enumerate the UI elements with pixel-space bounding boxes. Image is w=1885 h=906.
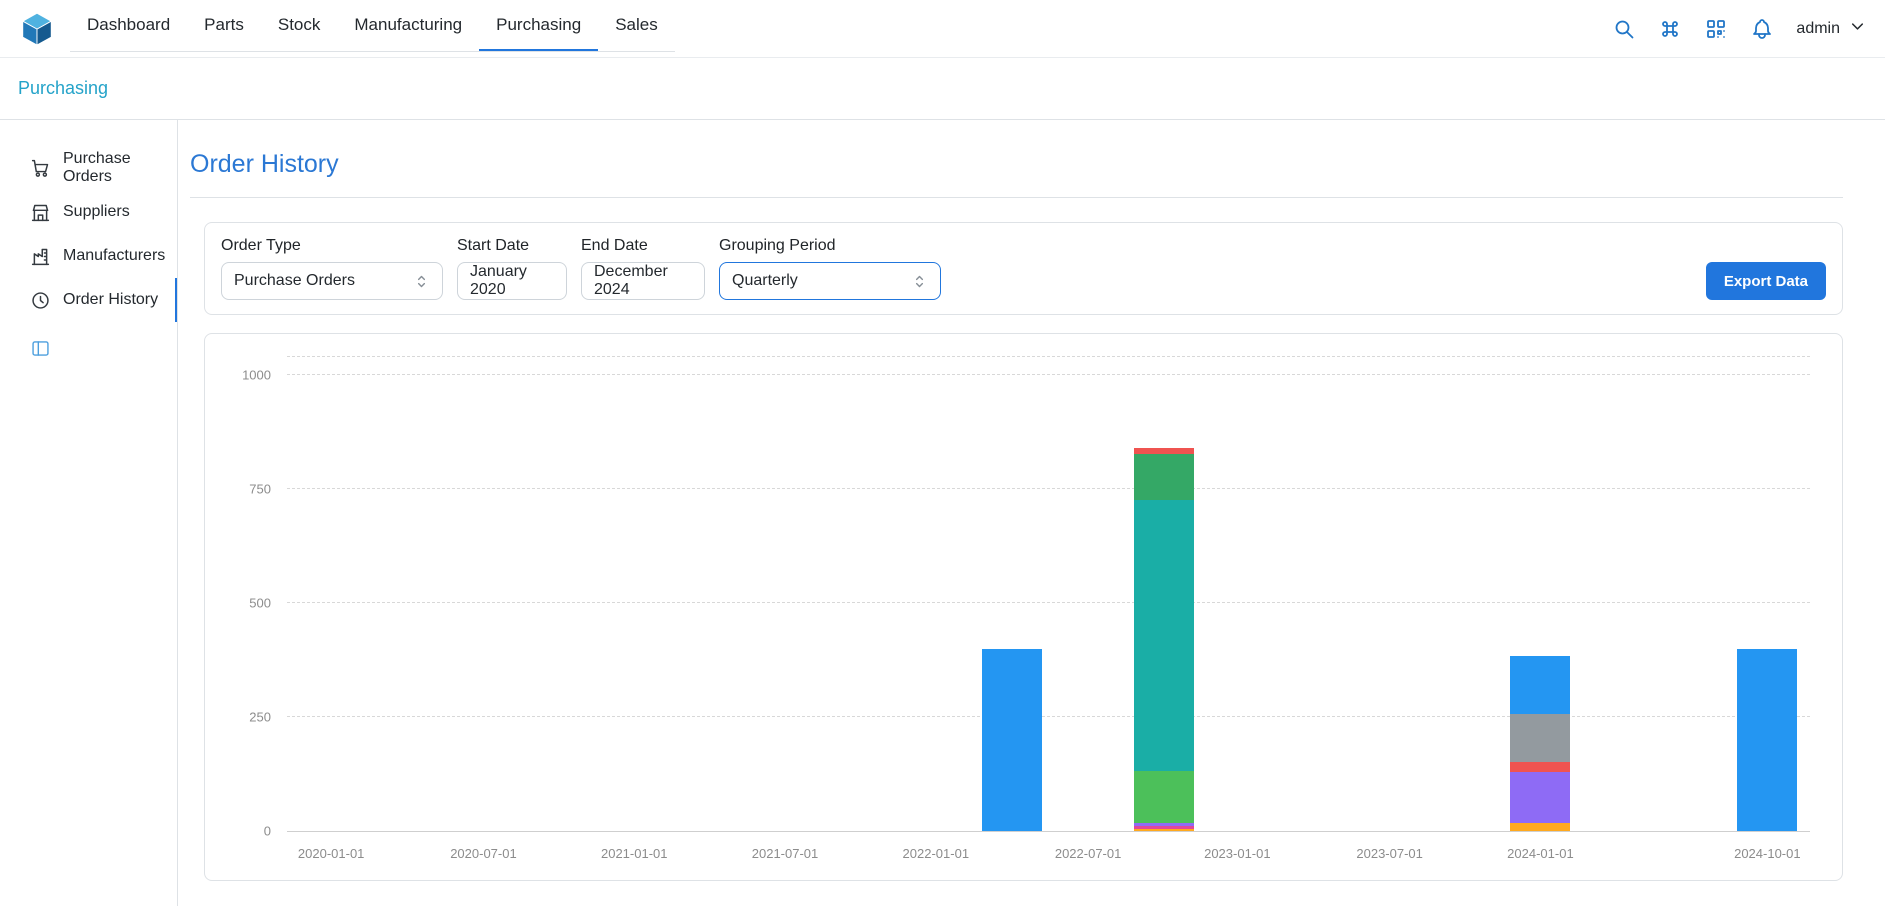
y-axis-label: 0	[225, 824, 271, 839]
start-date-field: Start Date January 2020	[457, 237, 567, 300]
search-icon[interactable]	[1612, 17, 1636, 41]
tab-sales[interactable]: Sales	[598, 0, 675, 51]
end-date-input[interactable]: December 2024	[581, 262, 705, 300]
filter-panel: Order Type Purchase Orders Start Date Ja…	[204, 222, 1843, 315]
selector-icon	[911, 273, 928, 290]
end-date-label: End Date	[581, 237, 705, 255]
x-axis-label: 2021-07-01	[752, 846, 819, 861]
start-date-value: January 2020	[470, 263, 554, 299]
sidebar-collapse-icon[interactable]	[30, 338, 51, 359]
chart-panel: 0 250 500 750 1000 2020-01-01 2020-07-01 2021-0…	[204, 333, 1843, 881]
x-axis-label: 2023-01-01	[1204, 846, 1271, 861]
divider	[190, 197, 1843, 198]
user-menu[interactable]: admin	[1796, 17, 1867, 41]
bar-segment	[1134, 454, 1194, 500]
order-type-field: Order Type Purchase Orders	[221, 237, 443, 300]
sidebar-item-label: Suppliers	[63, 203, 130, 221]
bar-segment	[1510, 714, 1570, 762]
tab-manufacturing[interactable]: Manufacturing	[337, 0, 479, 51]
end-date-value: December 2024	[594, 263, 692, 299]
grouping-period-field: Grouping Period Quarterly	[719, 237, 941, 300]
sidebar-item-label: Manufacturers	[63, 247, 165, 265]
stacked-bar-2022-10-01[interactable]	[1134, 357, 1194, 831]
sidebar: Purchase Orders Suppliers Manufacturers	[0, 120, 178, 906]
sidebar-item-order-history[interactable]: Order History	[0, 278, 177, 322]
shopping-cart-icon	[30, 158, 51, 179]
bar-segment	[1134, 829, 1194, 831]
gridline	[287, 488, 1810, 489]
main-nav-tabs: Dashboard Parts Stock Manufacturing Purc…	[70, 0, 675, 52]
x-axis-label: 2023-07-01	[1356, 846, 1423, 861]
start-date-input[interactable]: January 2020	[457, 262, 567, 300]
bar-segment	[1134, 500, 1194, 771]
page-title: Order History	[190, 150, 1843, 179]
factory-icon	[30, 246, 51, 267]
bar-segment	[1134, 771, 1194, 823]
sidebar-item-purchase-orders[interactable]: Purchase Orders	[0, 146, 177, 190]
breadcrumb-purchasing[interactable]: Purchasing	[18, 78, 108, 99]
chevron-down-icon	[1848, 17, 1867, 41]
bar-segment	[982, 649, 1042, 831]
gridline	[287, 716, 1810, 717]
x-axis-label: 2020-07-01	[450, 846, 517, 861]
inventree-logo[interactable]	[18, 10, 56, 48]
grouping-period-select[interactable]: Quarterly	[719, 262, 941, 300]
x-axis-label: 2024-10-01	[1734, 846, 1801, 861]
navbar-actions: admin	[1612, 17, 1867, 41]
bell-icon[interactable]	[1750, 17, 1774, 41]
selector-icon	[413, 273, 430, 290]
gridline	[287, 374, 1810, 375]
x-axis-label: 2024-01-01	[1507, 846, 1574, 861]
x-axis-label: 2022-07-01	[1055, 846, 1122, 861]
stacked-bar-2024-01-01[interactable]	[1510, 357, 1570, 831]
y-axis-label: 250	[225, 710, 271, 725]
stacked-bar-2024-10-01[interactable]	[1737, 357, 1797, 831]
y-axis-label: 500	[225, 596, 271, 611]
top-navbar: Dashboard Parts Stock Manufacturing Purc…	[0, 0, 1885, 58]
stacked-bar-2022-04-01[interactable]	[982, 357, 1042, 831]
export-data-button[interactable]: Export Data	[1706, 262, 1826, 300]
qrcode-scan-icon[interactable]	[1704, 17, 1728, 41]
bar-segment	[1737, 649, 1797, 831]
order-type-label: Order Type	[221, 237, 443, 255]
order-type-select[interactable]: Purchase Orders	[221, 262, 443, 300]
main-content: Order History Order Type Purchase Orders…	[178, 120, 1885, 906]
x-axis-label: 2021-01-01	[601, 846, 668, 861]
command-icon[interactable]	[1658, 17, 1682, 41]
y-axis-label: 1000	[225, 368, 271, 383]
grouping-period-label: Grouping Period	[719, 237, 941, 255]
history-icon	[30, 290, 51, 311]
bar-segment	[1510, 762, 1570, 772]
chart-plot[interactable]: 025050075010002020-01-012020-07-012021-0…	[287, 356, 1810, 832]
bar-segment	[1510, 656, 1570, 714]
order-type-value: Purchase Orders	[234, 272, 355, 290]
sidebar-item-label: Purchase Orders	[63, 150, 165, 186]
breadcrumb: Purchasing	[0, 58, 1885, 120]
tab-purchasing[interactable]: Purchasing	[479, 0, 598, 51]
x-axis-label: 2020-01-01	[298, 846, 365, 861]
x-axis-label: 2022-01-01	[903, 846, 970, 861]
sidebar-item-suppliers[interactable]: Suppliers	[0, 190, 177, 234]
bar-segment	[1510, 823, 1570, 831]
start-date-label: Start Date	[457, 237, 567, 255]
end-date-field: End Date December 2024	[581, 237, 705, 300]
tab-stock[interactable]: Stock	[261, 0, 338, 51]
username: admin	[1796, 20, 1840, 38]
tab-parts[interactable]: Parts	[187, 0, 261, 51]
building-store-icon	[30, 202, 51, 223]
sidebar-item-manufacturers[interactable]: Manufacturers	[0, 234, 177, 278]
bar-segment	[1510, 772, 1570, 823]
gridline	[287, 602, 1810, 603]
tab-dashboard[interactable]: Dashboard	[70, 0, 187, 51]
sidebar-item-label: Order History	[63, 291, 158, 309]
y-axis-label: 750	[225, 482, 271, 497]
grouping-period-value: Quarterly	[732, 272, 798, 290]
